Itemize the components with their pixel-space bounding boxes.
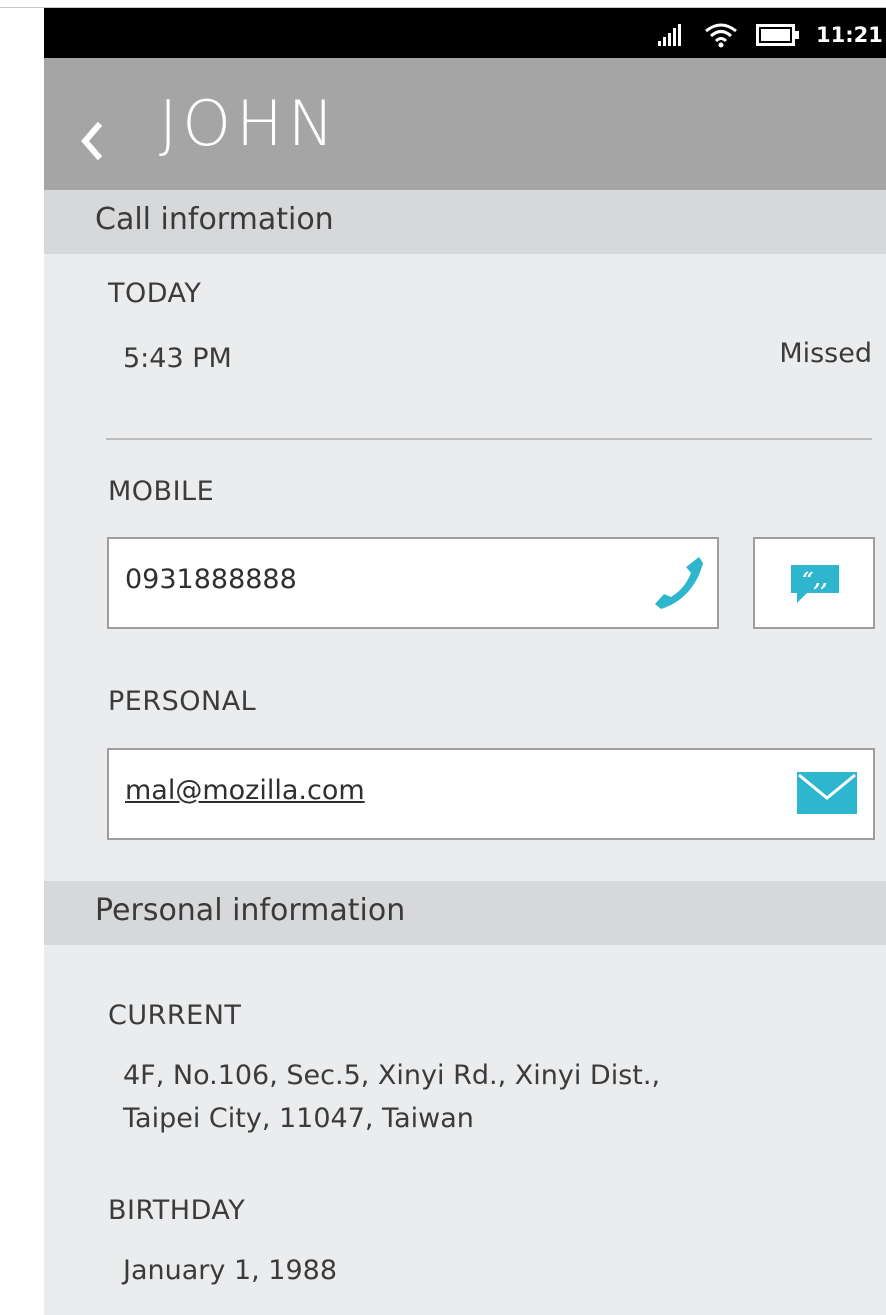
back-chevron-icon[interactable] [80,121,103,164]
email-label: PERSONAL [108,686,257,717]
section-title: Call information [95,202,334,237]
wifi-icon [704,22,738,48]
birthday-label: BIRTHDAY [108,1195,246,1226]
mobile-number: 0931888888 [125,564,297,595]
phone-icon [653,553,705,615]
battery-icon [756,24,800,46]
call-day-label: TODAY [108,278,202,309]
email-address: mal@mozilla.com [125,775,365,806]
signal-icon [656,23,686,47]
status-bar: 11:21 pm [44,8,886,58]
call-status: Missed [779,338,872,369]
birthday-value: January 1, 1988 [123,1255,337,1286]
svg-text:“,,: “,, [802,567,827,591]
address-line-2: Taipei City, 11047, Taiwan [123,1103,474,1134]
address-line-1: 4F, No.106, Sec.5, Xinyi Rd., Xinyi Dist… [123,1060,661,1091]
contact-name-title: JOHN [159,87,340,160]
contact-details-screen: 11:21 pm JOHN Call information TODAY 5:4… [44,8,886,1315]
call-time: 5:43 PM [123,343,232,374]
section-header-call-information: Call information [44,190,886,254]
mobile-label: MOBILE [108,476,215,507]
address-label: CURRENT [108,1000,242,1031]
sms-icon: “,, [787,561,843,611]
app-header: JOHN [44,58,886,190]
send-sms-button[interactable]: “,, [753,537,875,629]
send-email-button[interactable]: mal@mozilla.com [107,748,875,840]
divider [106,438,872,440]
section-title: Personal information [95,893,406,928]
status-time: 11:21 pm [816,23,886,47]
call-mobile-button[interactable]: 0931888888 [107,537,719,629]
section-header-personal-information: Personal information [44,881,886,945]
mail-icon [797,772,857,818]
status-icons: 11:21 pm [656,22,886,48]
